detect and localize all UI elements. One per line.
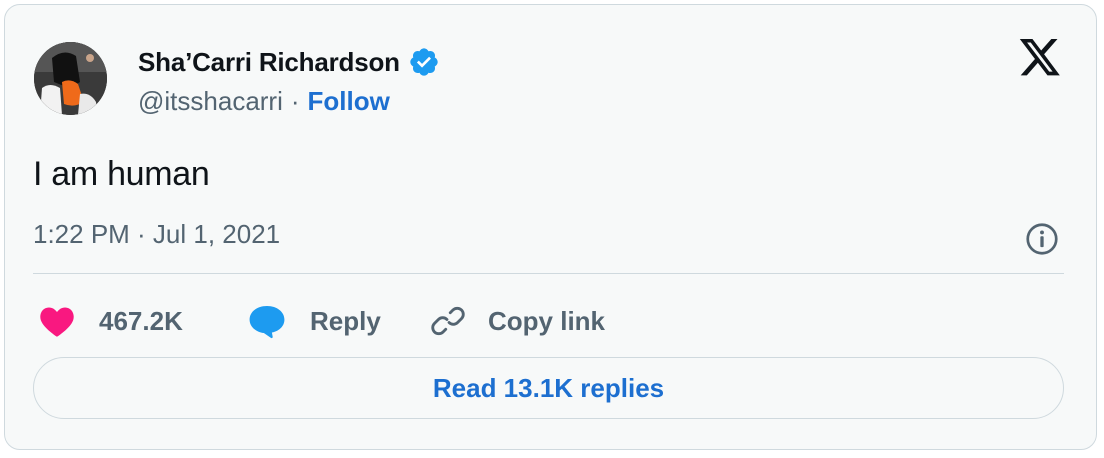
read-replies-button[interactable]: Read 13.1K replies	[33, 357, 1064, 419]
follow-link[interactable]: Follow	[308, 86, 390, 117]
avatar-image	[34, 42, 107, 115]
separator-dot: ·	[290, 85, 300, 116]
reply-button[interactable]: Reply	[248, 301, 381, 341]
author-name-row: Sha’Carri Richardson	[138, 45, 440, 79]
speech-bubble-icon	[249, 305, 285, 339]
author-handle-row: @itsshacarri · Follow	[138, 84, 390, 118]
verified-badge-icon	[410, 48, 438, 76]
link-icon	[431, 306, 465, 336]
copy-link-button[interactable]: Copy link	[430, 301, 605, 341]
tweet-embed-card: Sha’Carri Richardson @itsshacarri · Foll…	[4, 4, 1097, 450]
x-logo-icon[interactable]	[1018, 39, 1062, 79]
reply-label: Reply	[310, 305, 381, 336]
like-button[interactable]: 467.2K	[39, 301, 183, 341]
tweet-text: I am human	[33, 155, 210, 193]
avatar[interactable]	[34, 42, 107, 115]
author-display-name[interactable]: Sha’Carri Richardson	[138, 47, 400, 78]
heart-icon	[40, 307, 74, 337]
like-count: 467.2K	[99, 305, 183, 336]
copy-link-label: Copy link	[488, 305, 606, 336]
tweet-timestamp[interactable]: 1:22 PM · Jul 1, 2021	[33, 219, 280, 250]
divider	[33, 273, 1064, 274]
info-icon[interactable]	[1024, 221, 1060, 257]
author-handle[interactable]: @itsshacarri	[138, 86, 283, 117]
